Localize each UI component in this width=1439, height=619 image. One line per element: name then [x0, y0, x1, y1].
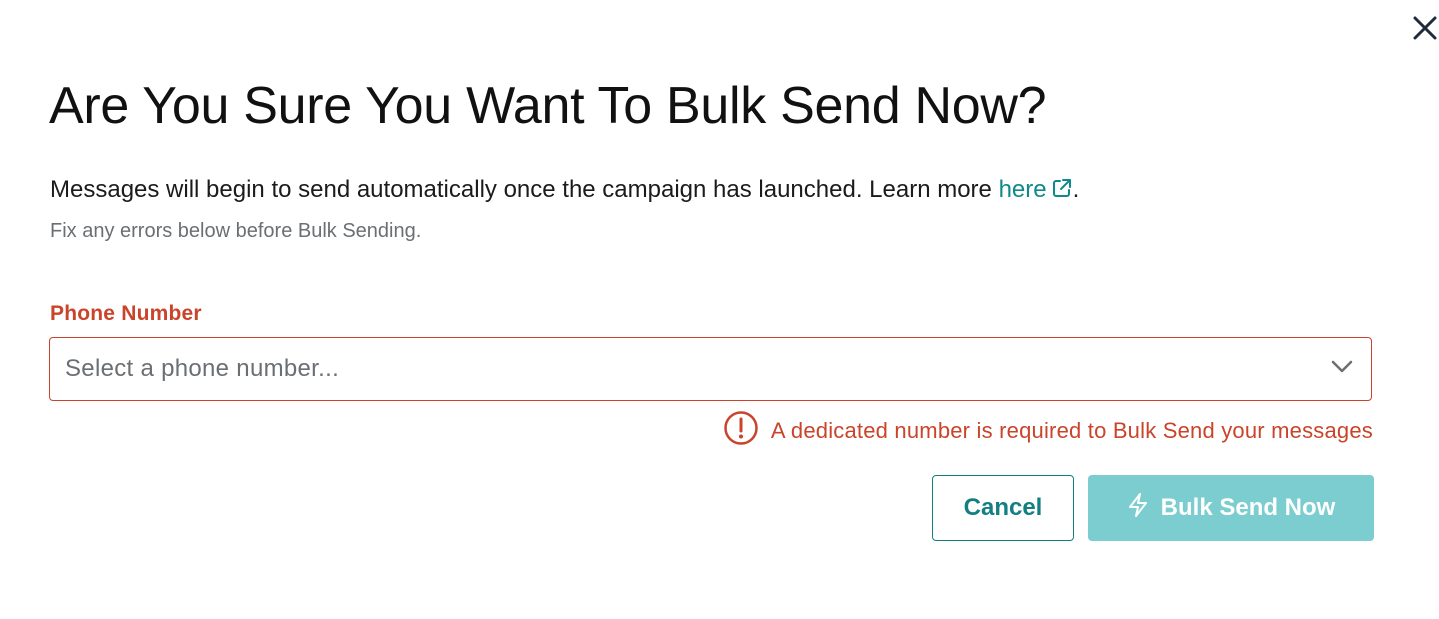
phone-number-label: Phone Number	[50, 302, 202, 325]
description-text: Messages will begin to send automaticall…	[50, 176, 999, 203]
error-icon	[723, 410, 759, 452]
bulk-send-now-button[interactable]: Bulk Send Now	[1088, 475, 1374, 541]
modal-title: Are You Sure You Want To Bulk Send Now?	[49, 77, 1047, 135]
close-button[interactable]	[1405, 8, 1439, 48]
modal-description: Messages will begin to send automaticall…	[50, 176, 1079, 206]
chevron-down-icon	[1331, 360, 1353, 379]
modal-subdescription: Fix any errors below before Bulk Sending…	[50, 220, 422, 242]
phone-number-placeholder: Select a phone number...	[65, 355, 340, 382]
bulk-send-now-label: Bulk Send Now	[1160, 494, 1336, 521]
description-end: .	[1072, 176, 1080, 203]
phone-number-error: A dedicated number is required to Bulk S…	[723, 410, 1373, 452]
lightning-bolt-icon	[1127, 492, 1149, 525]
cancel-button[interactable]: Cancel	[932, 475, 1074, 541]
phone-number-select[interactable]: Select a phone number...	[49, 337, 1372, 401]
external-link-icon	[1051, 177, 1073, 206]
learn-more-link-text: here	[998, 176, 1047, 203]
learn-more-link[interactable]: here	[999, 176, 1073, 203]
error-message: A dedicated number is required to Bulk S…	[770, 418, 1373, 443]
bulk-send-modal: Are You Sure You Want To Bulk Send Now? …	[0, 0, 1439, 619]
close-icon	[1413, 16, 1437, 40]
cancel-button-label: Cancel	[963, 494, 1043, 521]
